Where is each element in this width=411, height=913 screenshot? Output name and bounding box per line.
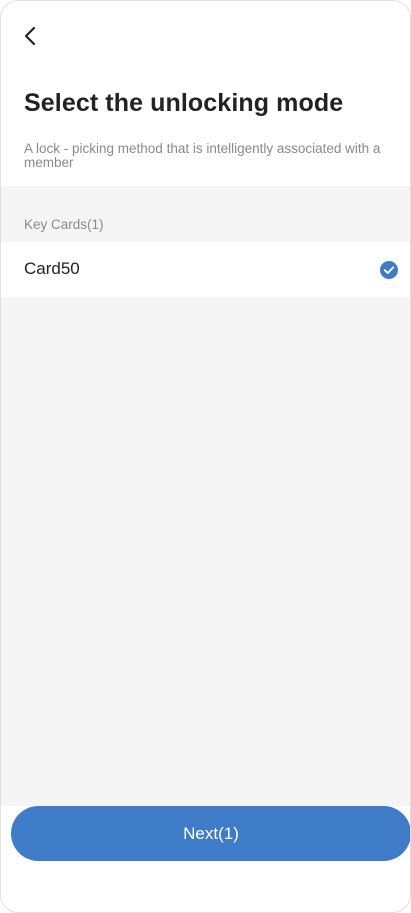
card-label: Card50 bbox=[24, 259, 80, 278]
chevron-left-icon bbox=[24, 26, 36, 46]
back-button[interactable] bbox=[15, 21, 45, 51]
page-title: Select the unlocking mode bbox=[24, 89, 344, 117]
select-unlocking-mode-screen: Select the unlocking mode A lock - picki… bbox=[0, 0, 411, 913]
section-header-key-cards: Key Cards(1) bbox=[24, 217, 104, 232]
check-circle-icon bbox=[380, 261, 398, 279]
next-button[interactable]: Next(1) bbox=[11, 806, 410, 861]
list-item-card[interactable]: Card50 bbox=[1, 242, 410, 297]
page-subtitle: A lock - picking method that is intellig… bbox=[24, 141, 381, 170]
content-area: Key Cards(1) Card50 bbox=[1, 186, 410, 806]
